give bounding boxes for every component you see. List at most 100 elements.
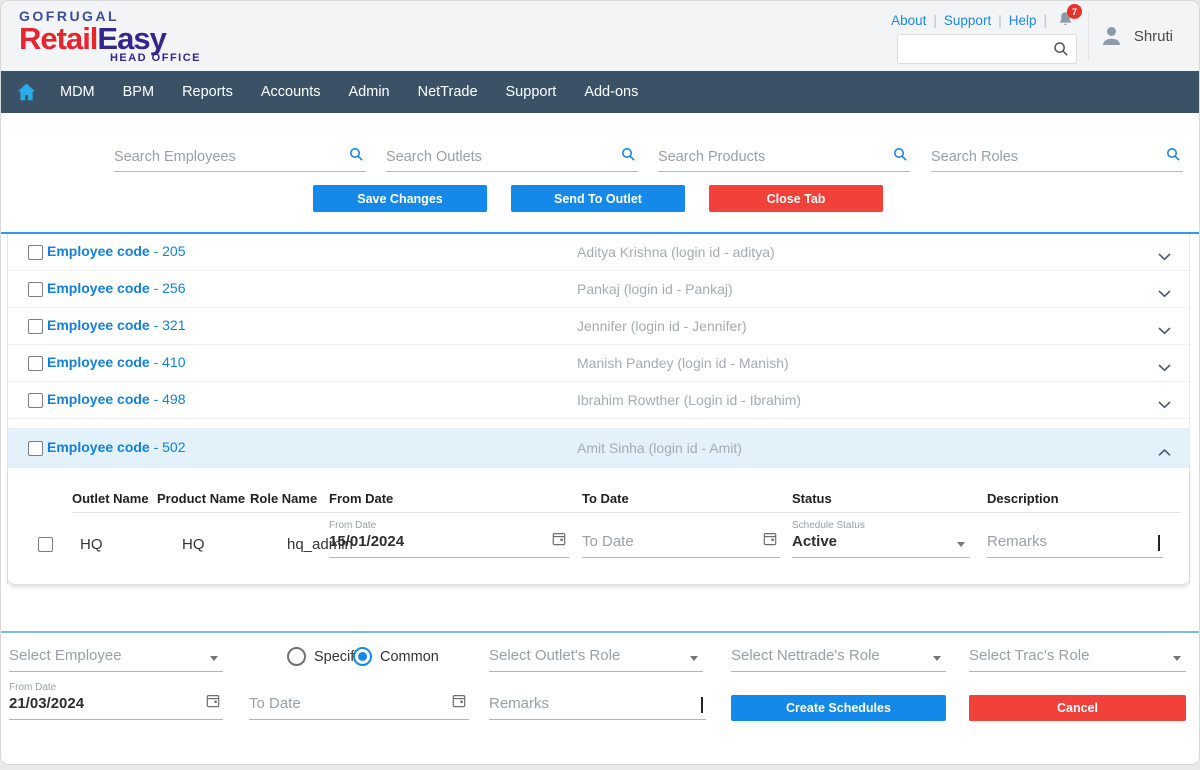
calendar-icon[interactable] <box>763 531 777 551</box>
col-outlet-name: Outlet Name <box>72 491 149 506</box>
save-changes-button[interactable]: Save Changes <box>313 185 487 212</box>
chevron-down-icon[interactable] <box>1158 322 1171 340</box>
search-outlets-input[interactable]: Search Outlets <box>386 145 638 172</box>
employee-row-205[interactable]: Employee code - 205 Aditya Krishna (logi… <box>8 234 1189 271</box>
header-divider <box>72 512 1181 513</box>
home-button[interactable] <box>17 83 36 101</box>
search-roles-placeholder: Search Roles <box>931 149 1018 165</box>
global-search-input[interactable] <box>897 34 1077 64</box>
row-checkbox[interactable] <box>28 441 43 456</box>
employee-row-321[interactable]: Employee code - 321 Jennifer (login id -… <box>8 308 1189 345</box>
employee-row-410[interactable]: Employee code - 410 Manish Pandey (login… <box>8 345 1189 382</box>
common-radio[interactable]: Common <box>353 647 439 666</box>
support-link[interactable]: Support <box>944 13 991 28</box>
nav-item-reports[interactable]: Reports <box>168 84 247 100</box>
search-roles-input[interactable]: Search Roles <box>931 145 1183 172</box>
send-to-outlet-button[interactable]: Send To Outlet <box>511 185 685 212</box>
form-to-date-input[interactable]: To Date <box>249 695 469 720</box>
close-tab-button[interactable]: Close Tab <box>709 185 883 212</box>
radio-on-icon[interactable] <box>353 647 372 666</box>
employee-row-498[interactable]: Employee code - 498 Ibrahim Rowther (Log… <box>8 382 1189 419</box>
search-outlets-placeholder: Search Outlets <box>386 149 482 165</box>
search-icon <box>1053 41 1069 62</box>
separator: | <box>933 13 937 28</box>
form-to-date-placeholder: To Date <box>249 695 469 716</box>
user-name: Shruti <box>1134 28 1173 45</box>
employee-name: Pankaj (login id - Pankaj) <box>577 281 733 297</box>
create-schedule-form: Select Employee Specific Common Select O… <box>1 631 1199 764</box>
nav-item-support[interactable]: Support <box>492 84 571 100</box>
select-outlet-role-dropdown[interactable]: Select Outlet's Role <box>489 647 703 672</box>
schedule-status-value: Active <box>792 533 970 554</box>
search-icon <box>621 147 636 167</box>
home-icon <box>17 83 36 101</box>
row-checkbox[interactable] <box>28 245 43 260</box>
text-cursor <box>1158 535 1160 551</box>
nav-item-bpm[interactable]: BPM <box>109 84 168 100</box>
select-nettrade-role-dropdown[interactable]: Select Nettrade's Role <box>731 647 946 672</box>
schedule-status-label: Schedule Status <box>792 520 970 533</box>
nav-item-addons[interactable]: Add-ons <box>570 84 652 100</box>
to-date-input[interactable]: To Date <box>582 533 780 558</box>
col-to-date: To Date <box>582 491 629 506</box>
row-checkbox[interactable] <box>28 282 43 297</box>
search-icon <box>349 147 364 167</box>
calendar-icon[interactable] <box>552 531 566 551</box>
form-from-date-value: 21/03/2024 <box>9 695 223 716</box>
to-date-placeholder: To Date <box>582 533 780 554</box>
select-trac-role-dropdown[interactable]: Select Trac's Role <box>969 647 1186 672</box>
search-employees-placeholder: Search Employees <box>114 149 236 165</box>
nav-item-accounts[interactable]: Accounts <box>247 84 335 100</box>
user-menu[interactable]: Shruti <box>1098 23 1173 50</box>
nav-item-nettrade[interactable]: NetTrade <box>404 84 492 100</box>
select-employee-dropdown[interactable]: Select Employee <box>9 647 223 672</box>
help-link[interactable]: Help <box>1009 13 1037 28</box>
remarks-input[interactable]: Remarks <box>987 533 1163 558</box>
caret-down-icon <box>933 656 941 661</box>
form-from-date-input[interactable]: From Date 21/03/2024 <box>9 682 223 720</box>
main-nav: MDM BPM Reports Accounts Admin NetTrade … <box>1 71 1199 113</box>
col-status: Status <box>792 491 832 506</box>
search-products-input[interactable]: Search Products <box>658 145 910 172</box>
create-schedules-button[interactable]: Create Schedules <box>731 695 946 721</box>
detail-row-checkbox[interactable] <box>38 537 53 552</box>
schedule-status-select[interactable]: Schedule Status Active <box>792 520 970 558</box>
calendar-icon[interactable] <box>452 693 466 713</box>
separator: | <box>1043 13 1047 28</box>
caret-down-icon <box>690 656 698 661</box>
chevron-down-icon[interactable] <box>1158 285 1171 303</box>
about-link[interactable]: About <box>891 13 926 28</box>
nav-item-admin[interactable]: Admin <box>335 84 404 100</box>
chevron-down-icon[interactable] <box>1158 248 1171 266</box>
from-date-input[interactable]: From Date 15/01/2024 <box>329 520 569 558</box>
col-description: Description <box>987 491 1059 506</box>
calendar-icon[interactable] <box>206 693 220 713</box>
row-checkbox[interactable] <box>28 356 43 371</box>
radio-off-icon[interactable] <box>287 647 306 666</box>
caret-down-icon <box>957 542 965 547</box>
from-date-value: 15/01/2024 <box>329 533 569 554</box>
from-date-label: From Date <box>329 520 569 533</box>
nav-item-mdm[interactable]: MDM <box>46 84 109 100</box>
select-outlet-role-placeholder: Select Outlet's Role <box>489 647 703 668</box>
row-checkbox[interactable] <box>28 319 43 334</box>
notification-badge: 7 <box>1067 4 1082 19</box>
notifications-button[interactable]: 7 <box>1057 11 1077 29</box>
chevron-down-icon[interactable] <box>1158 396 1171 414</box>
separator: | <box>998 13 1002 28</box>
avatar-icon <box>1098 23 1125 50</box>
cancel-button[interactable]: Cancel <box>969 695 1186 721</box>
schedule-detail-card: Outlet Name Product Name Role Name From … <box>8 468 1189 584</box>
search-icon <box>893 147 908 167</box>
header-links: About | Support | Help | 7 <box>891 11 1077 29</box>
search-employees-input[interactable]: Search Employees <box>114 145 366 172</box>
caret-down-icon <box>1173 656 1181 661</box>
chevron-down-icon[interactable] <box>1158 359 1171 377</box>
form-remarks-input[interactable]: Remarks <box>489 695 706 720</box>
employee-row-502-expanded[interactable]: Employee code - 502 Amit Sinha (login id… <box>8 428 1189 468</box>
employee-row-256[interactable]: Employee code - 256 Pankaj (login id - P… <box>8 271 1189 308</box>
remarks-placeholder: Remarks <box>987 533 1163 554</box>
employee-code: Employee code - 205 <box>47 243 186 259</box>
row-checkbox[interactable] <box>28 393 43 408</box>
chevron-up-icon[interactable] <box>1158 444 1171 462</box>
